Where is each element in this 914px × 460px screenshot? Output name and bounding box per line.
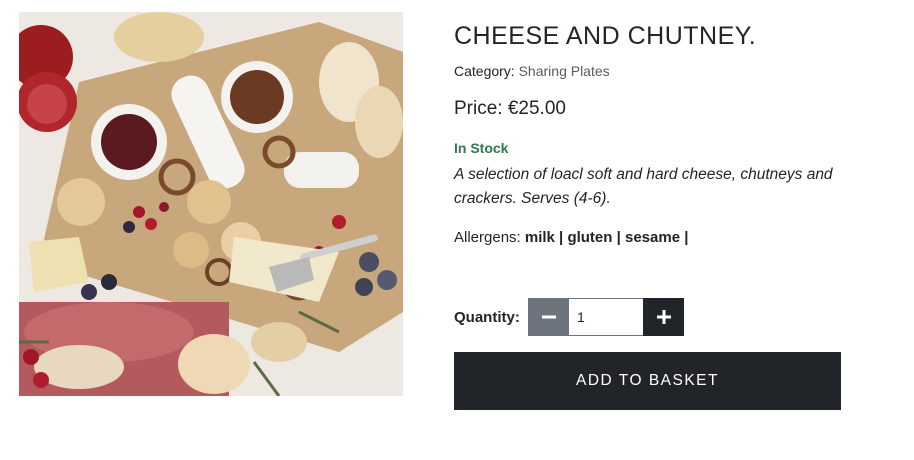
product-title: CHEESE AND CHUTNEY.: [454, 22, 757, 50]
allergens: Allergens: milk | gluten | sesame |: [454, 229, 689, 246]
product-description: A selection of loacl soft and hard chees…: [454, 166, 833, 207]
quantity-stepper: [528, 298, 684, 336]
category-label: Category:: [454, 63, 515, 79]
price-label: Price:: [454, 98, 503, 119]
product-photo: [19, 12, 403, 396]
add-to-basket-button[interactable]: ADD TO BASKET: [454, 352, 841, 410]
product-category: Category: Sharing Plates: [454, 63, 610, 79]
quantity-input[interactable]: [569, 298, 643, 336]
category-link[interactable]: Sharing Plates: [519, 63, 610, 79]
product-price: Price: €25.00: [454, 98, 566, 120]
allergens-label: Allergens:: [454, 229, 521, 246]
allergen-item: sesame: [624, 229, 681, 246]
decrement-button[interactable]: [528, 298, 569, 336]
allergen-item: milk: [524, 229, 555, 246]
quantity-label: Quantity:: [454, 309, 520, 326]
stock-status: In Stock: [454, 140, 509, 156]
allergen-item: gluten: [567, 229, 613, 246]
minus-icon: [541, 315, 556, 319]
plus-icon: [656, 310, 671, 324]
product-image: [19, 12, 403, 396]
increment-button[interactable]: [643, 298, 684, 336]
price-value: €25.00: [507, 98, 566, 119]
